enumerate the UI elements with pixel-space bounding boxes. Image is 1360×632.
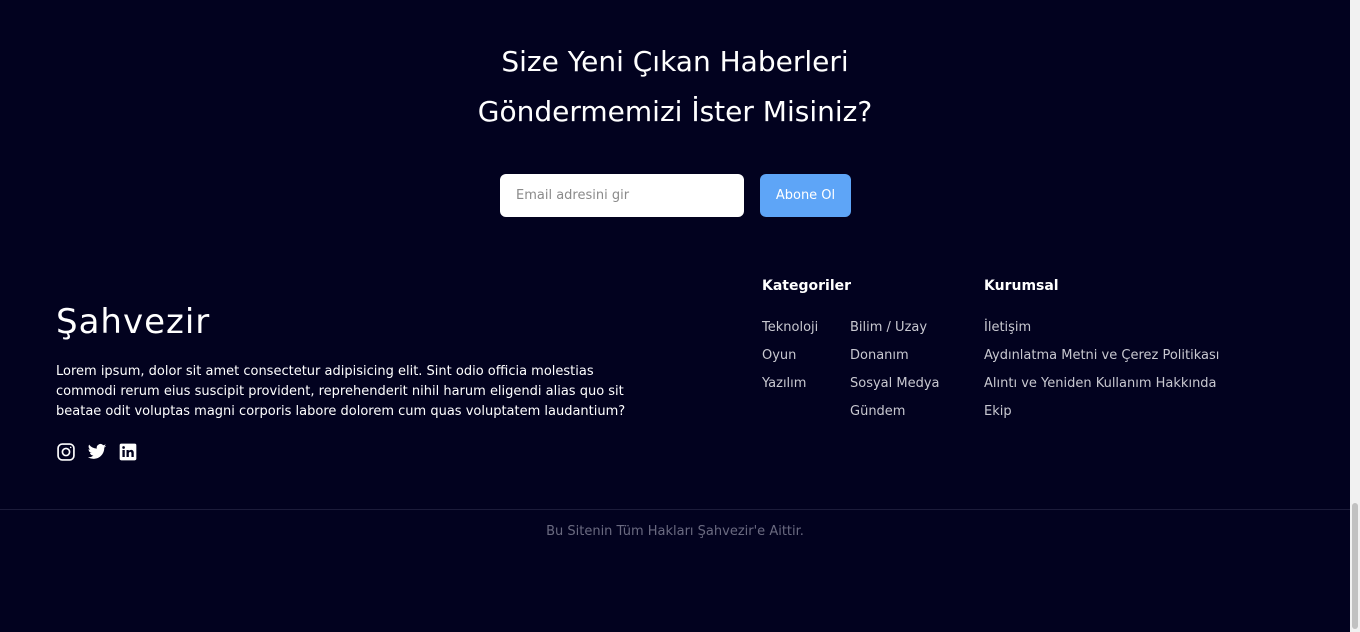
brand-description: Lorem ipsum, dolor sit amet consectetur … bbox=[56, 364, 626, 419]
linkedin-icon[interactable] bbox=[118, 442, 138, 462]
social-links bbox=[56, 442, 138, 462]
list-item: Teknoloji bbox=[762, 314, 818, 342]
list-item: Sosyal Medya bbox=[850, 370, 940, 398]
corporate-heading: Kurumsal bbox=[984, 278, 1059, 294]
category-link-donanim[interactable]: Donanım bbox=[850, 348, 909, 363]
list-item: Ekip bbox=[984, 398, 1219, 426]
corporate-link-ekip[interactable]: Ekip bbox=[984, 404, 1012, 419]
list-item: İletişim bbox=[984, 314, 1219, 342]
category-link-bilim-uzay[interactable]: Bilim / Uzay bbox=[850, 320, 927, 335]
category-link-gundem[interactable]: Gündem bbox=[850, 404, 905, 419]
list-item: Bilim / Uzay bbox=[850, 314, 940, 342]
newsletter-title-line2: Göndermemizi İster Misiniz? bbox=[477, 95, 873, 128]
subscribe-button[interactable]: Abone Ol bbox=[760, 174, 851, 217]
page-scrollbar[interactable] bbox=[1350, 0, 1360, 632]
instagram-icon[interactable] bbox=[56, 442, 76, 462]
twitter-icon[interactable] bbox=[87, 442, 107, 462]
corporate-list: İletişim Aydınlatma Metni ve Çerez Polit… bbox=[984, 314, 1219, 426]
list-item: Aydınlatma Metni ve Çerez Politikası bbox=[984, 342, 1219, 370]
list-item: Yazılım bbox=[762, 370, 818, 398]
categories-list-1: Teknoloji Oyun Yazılım bbox=[762, 314, 818, 398]
category-link-sosyal-medya[interactable]: Sosyal Medya bbox=[850, 376, 940, 391]
brand-logo[interactable]: Şahvezir bbox=[56, 299, 210, 345]
category-link-yazilim[interactable]: Yazılım bbox=[762, 376, 806, 391]
list-item: Gündem bbox=[850, 398, 940, 426]
categories-list-2: Bilim / Uzay Donanım Sosyal Medya Gündem bbox=[850, 314, 940, 426]
newsletter-title: Size Yeni Çıkan Haberleri Göndermemizi İ… bbox=[0, 37, 1350, 137]
newsletter-title-line1: Size Yeni Çıkan Haberleri bbox=[501, 45, 849, 78]
category-link-oyun[interactable]: Oyun bbox=[762, 348, 796, 363]
footer-divider bbox=[0, 509, 1350, 510]
copyright-text: Bu Sitenin Tüm Hakları Şahvezir'e Aittir… bbox=[546, 524, 804, 539]
list-item: Alıntı ve Yeniden Kullanım Hakkında bbox=[984, 370, 1219, 398]
email-input[interactable] bbox=[500, 174, 744, 217]
categories-heading: Kategoriler bbox=[762, 278, 852, 294]
footer-page: Size Yeni Çıkan Haberleri Göndermemizi İ… bbox=[0, 0, 1350, 632]
list-item: Oyun bbox=[762, 342, 818, 370]
corporate-link-iletisim[interactable]: İletişim bbox=[984, 320, 1031, 335]
scrollbar-thumb[interactable] bbox=[1352, 503, 1358, 629]
corporate-link-alinti[interactable]: Alıntı ve Yeniden Kullanım Hakkında bbox=[984, 376, 1217, 391]
category-link-teknoloji[interactable]: Teknoloji bbox=[762, 320, 818, 335]
list-item: Donanım bbox=[850, 342, 940, 370]
corporate-link-aydinlatma[interactable]: Aydınlatma Metni ve Çerez Politikası bbox=[984, 348, 1219, 363]
